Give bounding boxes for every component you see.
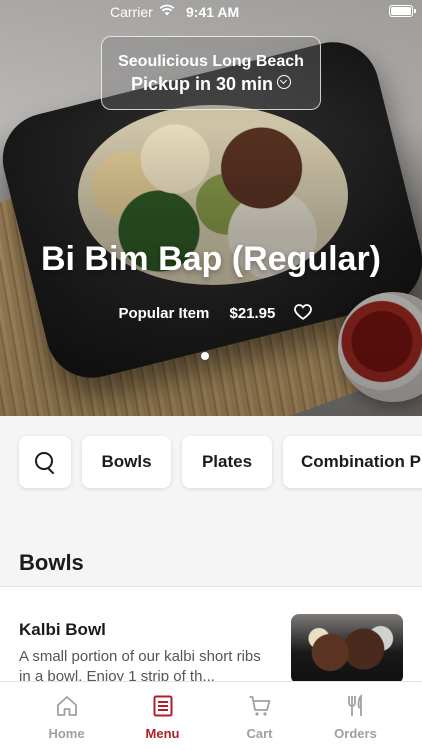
category-chip-combination-plates[interactable]: Combination P [283, 436, 422, 488]
category-chip-bowls[interactable]: Bowls [82, 436, 171, 488]
carousel-page-indicator [201, 352, 209, 360]
category-filter-bar[interactable]: Bowls Plates Combination P [0, 416, 422, 508]
tab-menu[interactable]: Menu [110, 682, 215, 750]
tab-orders[interactable]: Orders [303, 682, 408, 750]
pickup-label: Pickup in 30 min [130, 74, 274, 94]
category-chip-plates[interactable]: Plates [182, 436, 272, 488]
featured-item-meta: Popular Item $21.95 [0, 304, 422, 322]
section-title: Bowls [19, 550, 84, 575]
menu-book-icon [153, 695, 172, 717]
location-selector[interactable]: Seoulicious Long Beach Pickup in 30 min [101, 36, 321, 110]
tab-cart-label: Cart [246, 726, 273, 741]
search-button[interactable] [19, 436, 71, 488]
featured-item-title: Bi Bim Bap (Regular) [40, 240, 382, 278]
carrier-label: Carrier [110, 4, 153, 20]
tab-home-label: Home [48, 726, 85, 741]
tab-home[interactable]: Home [14, 682, 119, 750]
clock: 9:41 AM [186, 4, 240, 20]
pickup-time: Pickup in 30 min [102, 74, 320, 95]
fork-knife-icon [347, 694, 362, 716]
heart-outline-icon[interactable] [293, 304, 312, 320]
popular-badge: Popular Item [118, 305, 210, 322]
tab-menu-label: Menu [145, 726, 180, 741]
search-icon [34, 451, 56, 473]
tab-cart[interactable]: Cart [207, 682, 312, 750]
status-bar: Carrier 9:41 AM [0, 0, 422, 24]
battery-icon [389, 5, 416, 17]
dish-thumbnail [291, 614, 403, 684]
wifi-icon [159, 4, 175, 16]
menu-list: Kalbi Bowl A small portion of our kalbi … [0, 587, 422, 685]
tab-bar: Home Menu Cart Orders [0, 681, 422, 750]
home-icon [56, 696, 77, 716]
chevron-down-circle-icon [277, 75, 292, 89]
cart-icon [249, 696, 270, 716]
featured-item-price: $21.95 [229, 305, 276, 322]
dish-description: A small portion of our kalbi short ribs … [19, 648, 261, 685]
restaurant-name: Seoulicious Long Beach [118, 53, 304, 70]
tab-orders-label: Orders [334, 726, 377, 741]
dish-name: Kalbi Bowl [19, 620, 106, 639]
